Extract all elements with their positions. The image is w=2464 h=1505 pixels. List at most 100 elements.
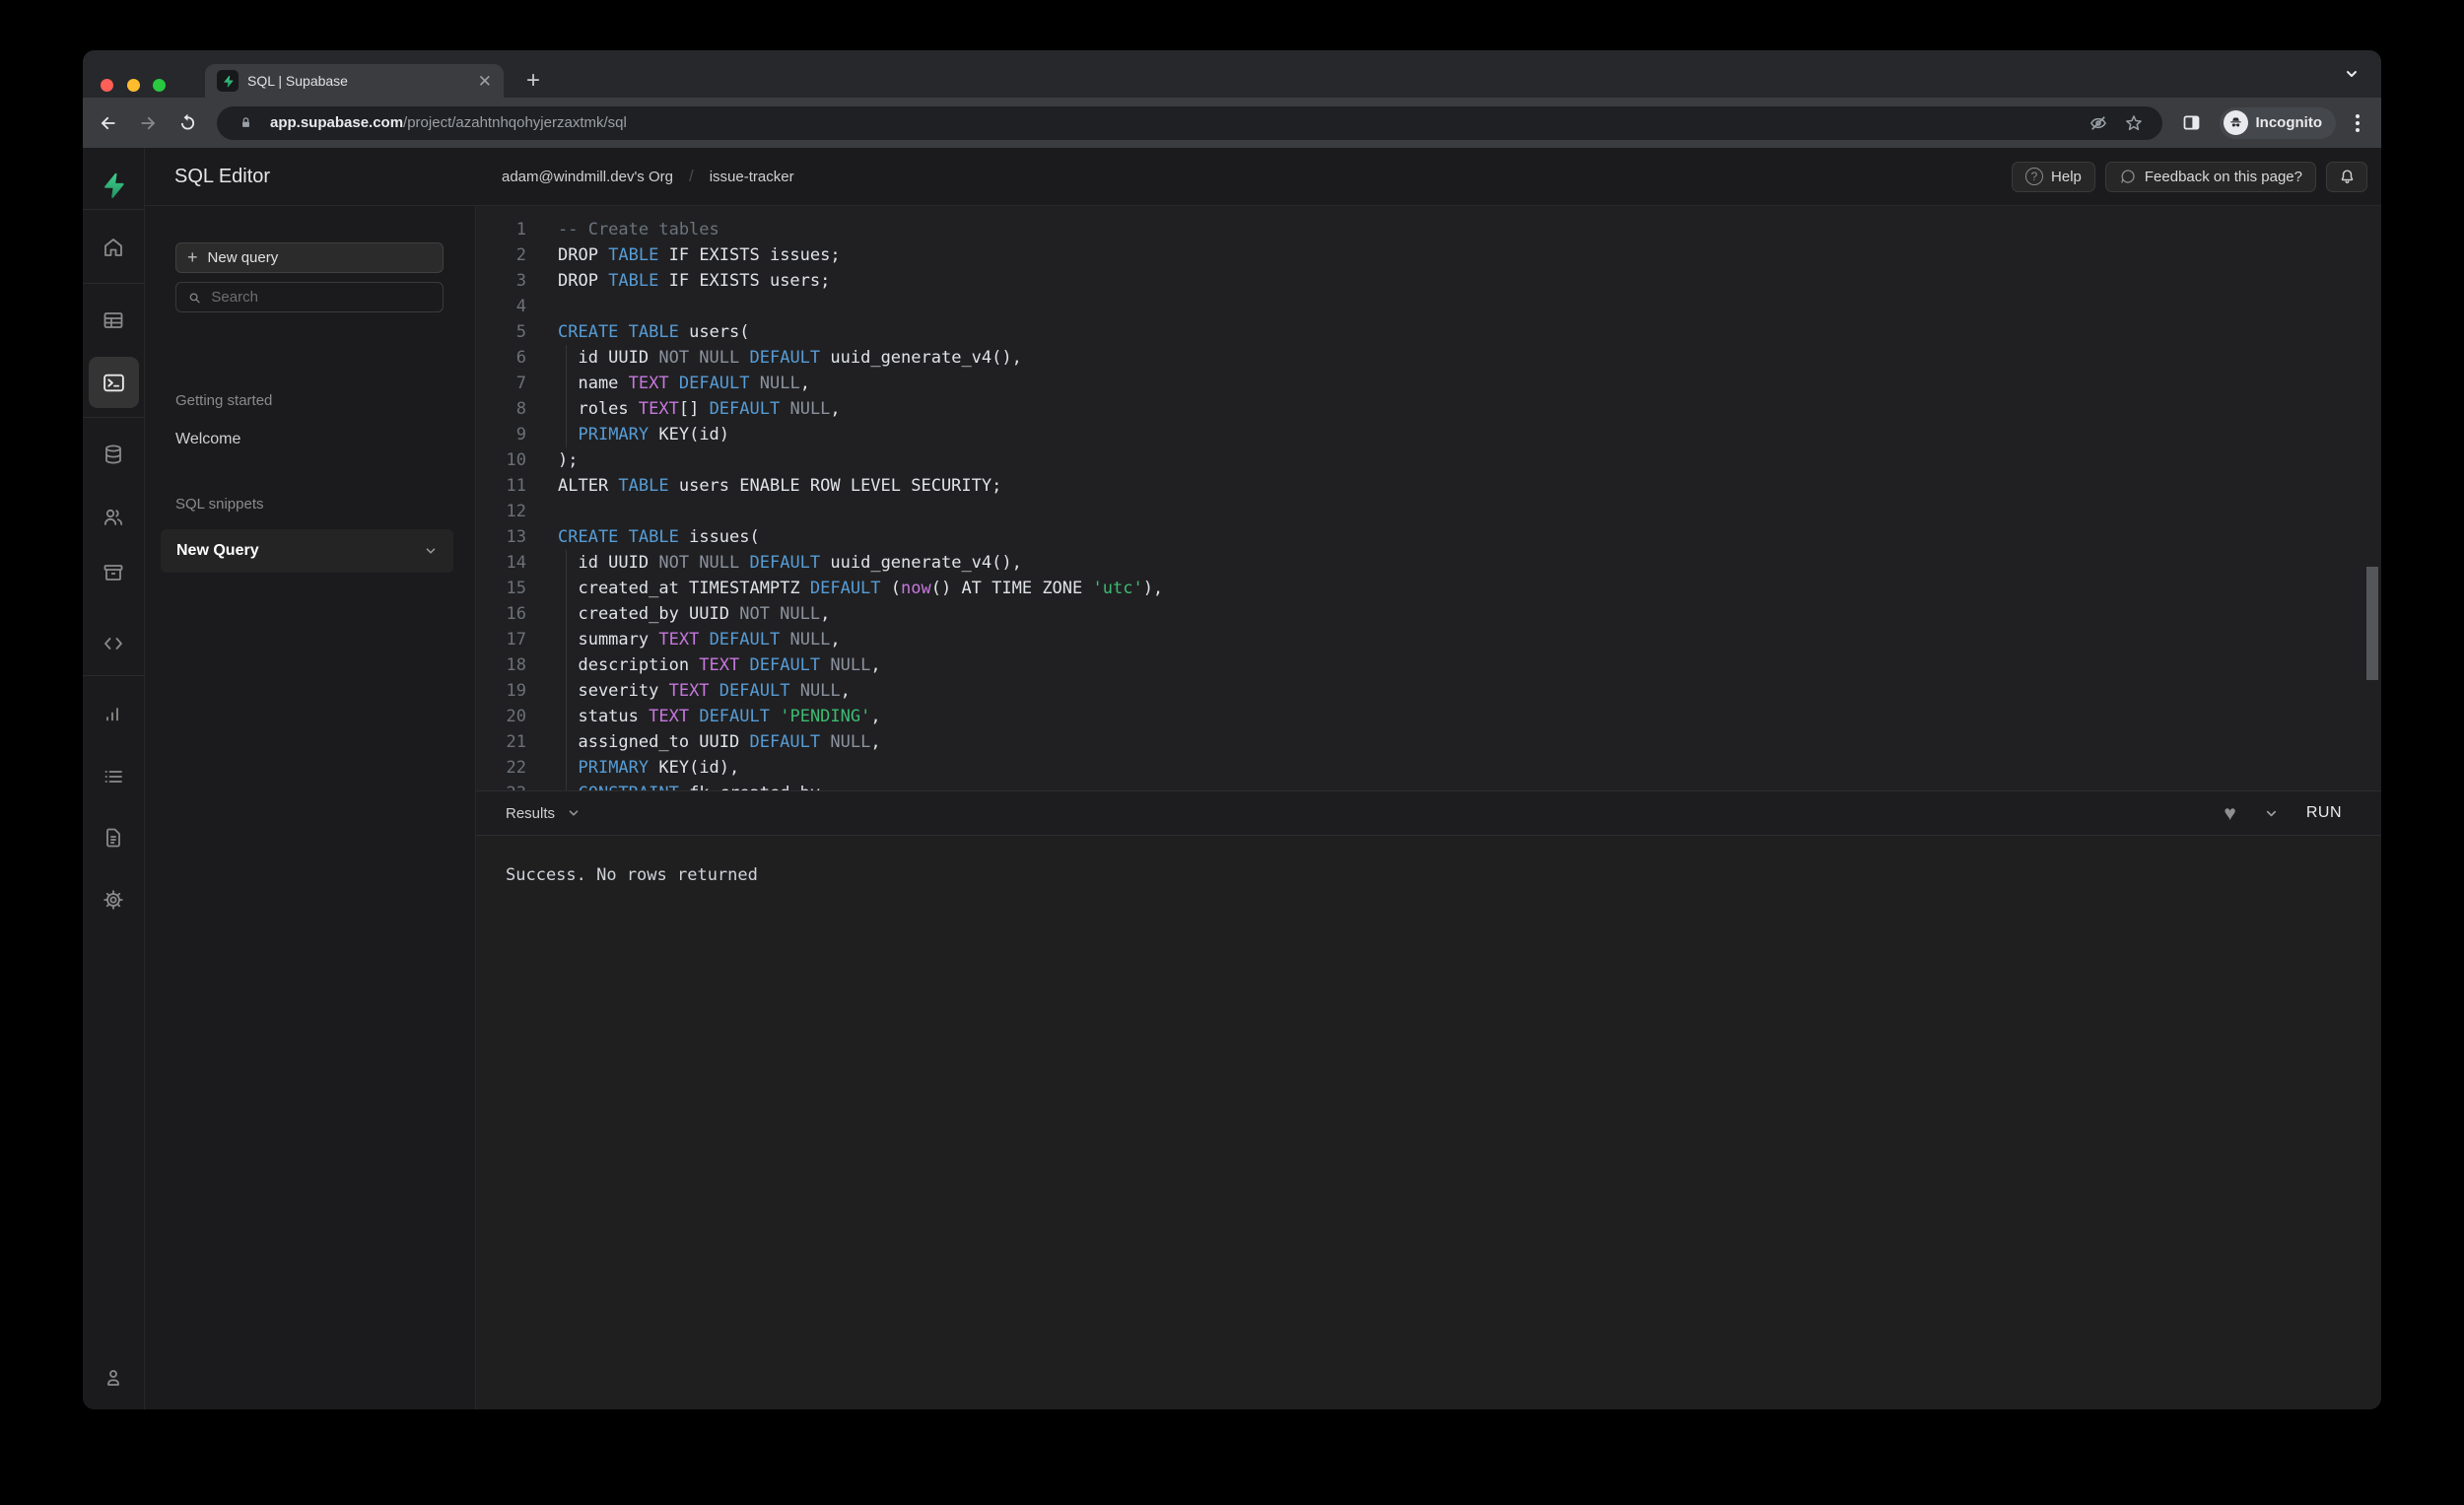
code-line[interactable]: 3DROP TABLE IF EXISTS users;: [476, 268, 2381, 294]
run-button[interactable]: RUN: [2306, 804, 2342, 822]
window-close-button[interactable]: [101, 79, 113, 92]
line-number: 11: [476, 473, 526, 499]
code-line[interactable]: 20 status TEXT DEFAULT 'PENDING',: [476, 704, 2381, 729]
browser-window: SQL | Supabase ✕ + app.supabase.com/proj…: [83, 50, 2381, 1409]
line-number: 20: [476, 704, 526, 729]
line-number: 3: [476, 268, 526, 294]
code-line[interactable]: 14 id UUID NOT NULL DEFAULT uuid_generat…: [476, 550, 2381, 576]
results-bar: Results ♥ RUN: [476, 790, 2381, 836]
help-button[interactable]: ? Help: [2012, 162, 2095, 192]
chevron-down-icon: [424, 544, 438, 558]
incognito-badge: Incognito: [2220, 107, 2337, 139]
new-tab-button[interactable]: +: [516, 64, 550, 98]
results-pane: Success. No rows returned: [476, 836, 2381, 1409]
address-bar[interactable]: app.supabase.com/project/azahtnhqohyjerz…: [217, 106, 2162, 140]
page-title: SQL Editor: [174, 166, 476, 188]
api-code-icon[interactable]: [100, 630, 127, 657]
supabase-logo[interactable]: [100, 171, 127, 199]
window-minimize-button[interactable]: [127, 79, 140, 92]
line-number: 5: [476, 319, 526, 345]
code-line[interactable]: 13CREATE TABLE issues(: [476, 524, 2381, 550]
code-line[interactable]: 18 description TEXT DEFAULT NULL,: [476, 652, 2381, 678]
forward-icon[interactable]: [130, 105, 166, 141]
side-panel-icon[interactable]: [2174, 105, 2210, 141]
scrollbar-thumb[interactable]: [2366, 567, 2378, 680]
code-line[interactable]: 8 roles TEXT[] DEFAULT NULL,: [476, 396, 2381, 422]
code-line[interactable]: 23 CONSTRAINT fk_created_by: [476, 781, 2381, 790]
table-editor-icon[interactable]: [100, 307, 127, 334]
line-number: 14: [476, 550, 526, 576]
help-icon: ?: [2025, 168, 2043, 185]
tab-close-icon[interactable]: ✕: [478, 73, 492, 90]
line-number: 19: [476, 678, 526, 704]
logs-icon[interactable]: [100, 763, 127, 790]
notifications-button[interactable]: [2326, 162, 2367, 192]
search-box[interactable]: [175, 282, 444, 312]
code-line[interactable]: 5CREATE TABLE users(: [476, 319, 2381, 345]
new-query-button[interactable]: + New query: [175, 242, 444, 273]
line-number: 22: [476, 755, 526, 781]
browser-toolbar: app.supabase.com/project/azahtnhqohyjerz…: [83, 98, 2381, 148]
breadcrumb: adam@windmill.dev's Org / issue-tracker: [502, 167, 794, 186]
favorite-heart-icon[interactable]: ♥: [2224, 803, 2235, 824]
code-line[interactable]: 17 summary TEXT DEFAULT NULL,: [476, 627, 2381, 652]
tab-strip: SQL | Supabase ✕ +: [83, 50, 2381, 98]
reload-icon[interactable]: [170, 105, 205, 141]
account-icon[interactable]: [100, 1364, 127, 1392]
line-number: 10: [476, 447, 526, 473]
tab-title: SQL | Supabase: [247, 73, 469, 89]
code-line[interactable]: 21 assigned_to UUID DEFAULT NULL,: [476, 729, 2381, 755]
indent-guide: [566, 345, 567, 447]
auth-users-icon[interactable]: [100, 504, 127, 531]
code-line[interactable]: 9 PRIMARY KEY(id): [476, 422, 2381, 447]
reports-icon[interactable]: [100, 700, 127, 727]
run-options-chevron-icon[interactable]: [2264, 806, 2279, 821]
code-line[interactable]: 1-- Create tables: [476, 217, 2381, 242]
back-icon[interactable]: [91, 105, 126, 141]
docs-icon[interactable]: [100, 824, 127, 852]
code-line[interactable]: 2DROP TABLE IF EXISTS issues;: [476, 242, 2381, 268]
home-icon[interactable]: [100, 234, 127, 261]
chevron-down-icon: [567, 806, 581, 820]
code-line[interactable]: 19 severity TEXT DEFAULT NULL,: [476, 678, 2381, 704]
storage-icon[interactable]: [100, 559, 127, 586]
breadcrumb-project[interactable]: issue-tracker: [710, 169, 794, 185]
settings-gear-icon[interactable]: [100, 886, 127, 914]
sql-editor-icon[interactable]: [89, 357, 139, 408]
code-line[interactable]: 6 id UUID NOT NULL DEFAULT uuid_generate…: [476, 345, 2381, 371]
eye-off-icon[interactable]: [2084, 108, 2113, 138]
code-line[interactable]: 15 created_at TIMESTAMPTZ DEFAULT (now()…: [476, 576, 2381, 601]
snippets-panel: + New query Getting started Welcome SQL …: [145, 206, 476, 1409]
code-lines: 1-- Create tables2DROP TABLE IF EXISTS i…: [476, 217, 2381, 790]
browser-menu-icon[interactable]: [2346, 105, 2369, 141]
sql-editor: 1-- Create tables2DROP TABLE IF EXISTS i…: [476, 206, 2381, 1409]
line-number: 6: [476, 345, 526, 371]
line-number: 13: [476, 524, 526, 550]
line-number: 9: [476, 422, 526, 447]
line-number: 17: [476, 627, 526, 652]
code-line[interactable]: 10);: [476, 447, 2381, 473]
code-line[interactable]: 12: [476, 499, 2381, 524]
code-line[interactable]: 22 PRIMARY KEY(id),: [476, 755, 2381, 781]
browser-tab[interactable]: SQL | Supabase ✕: [205, 64, 504, 98]
window-fullscreen-button[interactable]: [153, 79, 166, 92]
breadcrumb-org[interactable]: adam@windmill.dev's Org: [502, 169, 673, 185]
tab-list-chevron-icon[interactable]: [2344, 66, 2360, 82]
database-icon[interactable]: [100, 441, 127, 468]
feedback-button[interactable]: Feedback on this page?: [2105, 162, 2316, 192]
line-number: 18: [476, 652, 526, 678]
page-header: SQL Editor adam@windmill.dev's Org / iss…: [145, 148, 2381, 206]
code-line[interactable]: 7 name TEXT DEFAULT NULL,: [476, 371, 2381, 396]
search-input[interactable]: [211, 289, 432, 306]
code-line[interactable]: 11ALTER TABLE users ENABLE ROW LEVEL SEC…: [476, 473, 2381, 499]
code-line[interactable]: 4: [476, 294, 2381, 319]
chat-bubble-icon: [2119, 168, 2137, 185]
results-dropdown[interactable]: Results: [506, 805, 581, 822]
results-message: Success. No rows returned: [476, 836, 2381, 885]
line-number: 15: [476, 576, 526, 601]
sidebar-item-new-query[interactable]: New Query: [161, 529, 453, 573]
sidebar-item-welcome[interactable]: Welcome: [175, 431, 240, 448]
bookmark-star-icon[interactable]: [2119, 108, 2149, 138]
code-editor[interactable]: 1-- Create tables2DROP TABLE IF EXISTS i…: [476, 206, 2381, 790]
code-line[interactable]: 16 created_by UUID NOT NULL,: [476, 601, 2381, 627]
